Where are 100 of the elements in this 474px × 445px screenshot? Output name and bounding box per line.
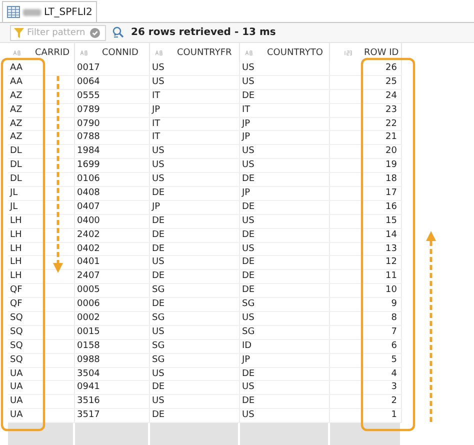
column-header[interactable]: ROW ID [330, 43, 402, 62]
table-cell: UA [10, 382, 23, 392]
column-header[interactable]: CARRID [8, 43, 75, 62]
table-cell: 8 [391, 313, 397, 324]
status-text: 26 rows retrieved - 13 ms [131, 27, 276, 38]
table-cell: SQ [10, 354, 23, 365]
table-cell: DE [242, 368, 255, 379]
table-cell: 0788 [77, 132, 100, 142]
table-cell: DE [242, 396, 255, 406]
table-cell: LH [10, 216, 22, 226]
refresh-icon[interactable] [112, 26, 125, 39]
table-cell: UA [10, 368, 23, 379]
table-cell: SQ [10, 313, 23, 324]
column-header[interactable]: COUNTRYFR [150, 43, 240, 62]
table-cell: 9 [391, 299, 397, 310]
table-cell: JL [10, 188, 18, 198]
table-cell: DE [242, 174, 255, 184]
table-cell: 1984 [77, 146, 100, 156]
table-cell: 0401 [77, 257, 100, 268]
table-cell: DE [152, 271, 165, 282]
table-cell: DE [152, 382, 165, 392]
table-cell: 1699 [77, 160, 100, 170]
table-cell: 13 [386, 244, 397, 254]
table-cell: US [152, 76, 164, 87]
table-cell: DE [152, 299, 165, 310]
table-cell: 0158 [77, 340, 100, 351]
table-cell: 20 [386, 146, 397, 156]
table-cell: US [152, 160, 164, 170]
table-cell: IT [152, 118, 160, 129]
table-cell: SG [152, 285, 165, 296]
table-cell: 25 [386, 76, 397, 87]
result-tab[interactable]: LT_SPFLI2 [2, 1, 98, 22]
table-cell: 21 [386, 132, 397, 142]
table-cell: JP [152, 202, 160, 212]
text-type-icon [155, 50, 163, 56]
table-icon [7, 6, 20, 18]
table-cell: 3516 [77, 396, 100, 406]
table-cell: 0017 [77, 63, 100, 73]
table-cell: US [242, 216, 254, 226]
table-cell: 0006 [77, 299, 100, 310]
table-cell: DE [242, 230, 255, 240]
table-cell: DL [10, 146, 22, 156]
table-cell: LH [10, 244, 22, 254]
table-cell: JP [242, 118, 250, 129]
table-cell: QF [10, 299, 22, 310]
table-cell: SG [152, 340, 165, 351]
table-cell: 6 [391, 340, 397, 351]
table-cell: 0400 [77, 216, 100, 226]
table-cell: 3517 [77, 410, 100, 420]
table-cell: QF [10, 285, 22, 296]
table-cell: 2 [391, 396, 397, 406]
table-cell: 0789 [77, 104, 100, 115]
table-cell: 24 [386, 90, 397, 101]
table-cell: SQ [10, 326, 23, 337]
table-cell: 10 [386, 285, 397, 296]
table-cell: 0941 [77, 382, 100, 392]
table-cell: 0015 [77, 326, 100, 337]
table-cell: 0064 [77, 76, 100, 87]
table-cell: 0106 [77, 174, 100, 184]
table-cell: US [242, 244, 254, 254]
table-cell: AZ [10, 118, 22, 129]
table-cell: 0002 [77, 313, 100, 324]
table-cell: LH [10, 230, 22, 240]
table-cell: 7 [391, 326, 397, 337]
table-cell: US [152, 174, 164, 184]
table-cell: 0555 [77, 90, 100, 101]
table-cell: 19 [386, 160, 397, 170]
table-cell: US [152, 257, 164, 268]
number-type-icon [344, 50, 352, 56]
table-cell: 23 [386, 104, 397, 115]
table-cell: US [242, 76, 254, 87]
filter-field[interactable]: Filter pattern [10, 24, 106, 40]
table-cell: 4 [391, 368, 397, 379]
table-cell: JL [10, 202, 18, 212]
table-cell: 15 [386, 216, 397, 226]
table-cell: US [242, 160, 254, 170]
filter-icon [14, 28, 24, 38]
table-cell: 3504 [77, 368, 100, 379]
table-cell: 0988 [77, 354, 100, 365]
table-cell: 3 [391, 382, 397, 392]
table-cell: 0005 [77, 285, 100, 296]
table-cell: 16 [386, 202, 397, 212]
table-cell: UA [10, 396, 23, 406]
table-cell: DE [152, 244, 165, 254]
table-cell: 5 [391, 354, 397, 365]
table-cell: LH [10, 257, 22, 268]
table-cell: 26 [386, 63, 397, 73]
table-cell: 1 [391, 410, 397, 420]
column-header[interactable]: CONNID [75, 43, 150, 62]
table-cell: DL [10, 160, 22, 170]
table-cell: DE [152, 230, 165, 240]
table-cell: 2402 [77, 230, 100, 240]
table-cell: SG [242, 326, 255, 337]
text-type-icon [245, 50, 253, 56]
table-cell: SG [242, 299, 255, 310]
table-cell: AA [10, 76, 23, 87]
column-header[interactable]: COUNTRYTO [240, 43, 330, 62]
table-cell: AA [10, 63, 23, 73]
table-cell: SG [152, 313, 165, 324]
clear-icon[interactable] [90, 28, 100, 38]
